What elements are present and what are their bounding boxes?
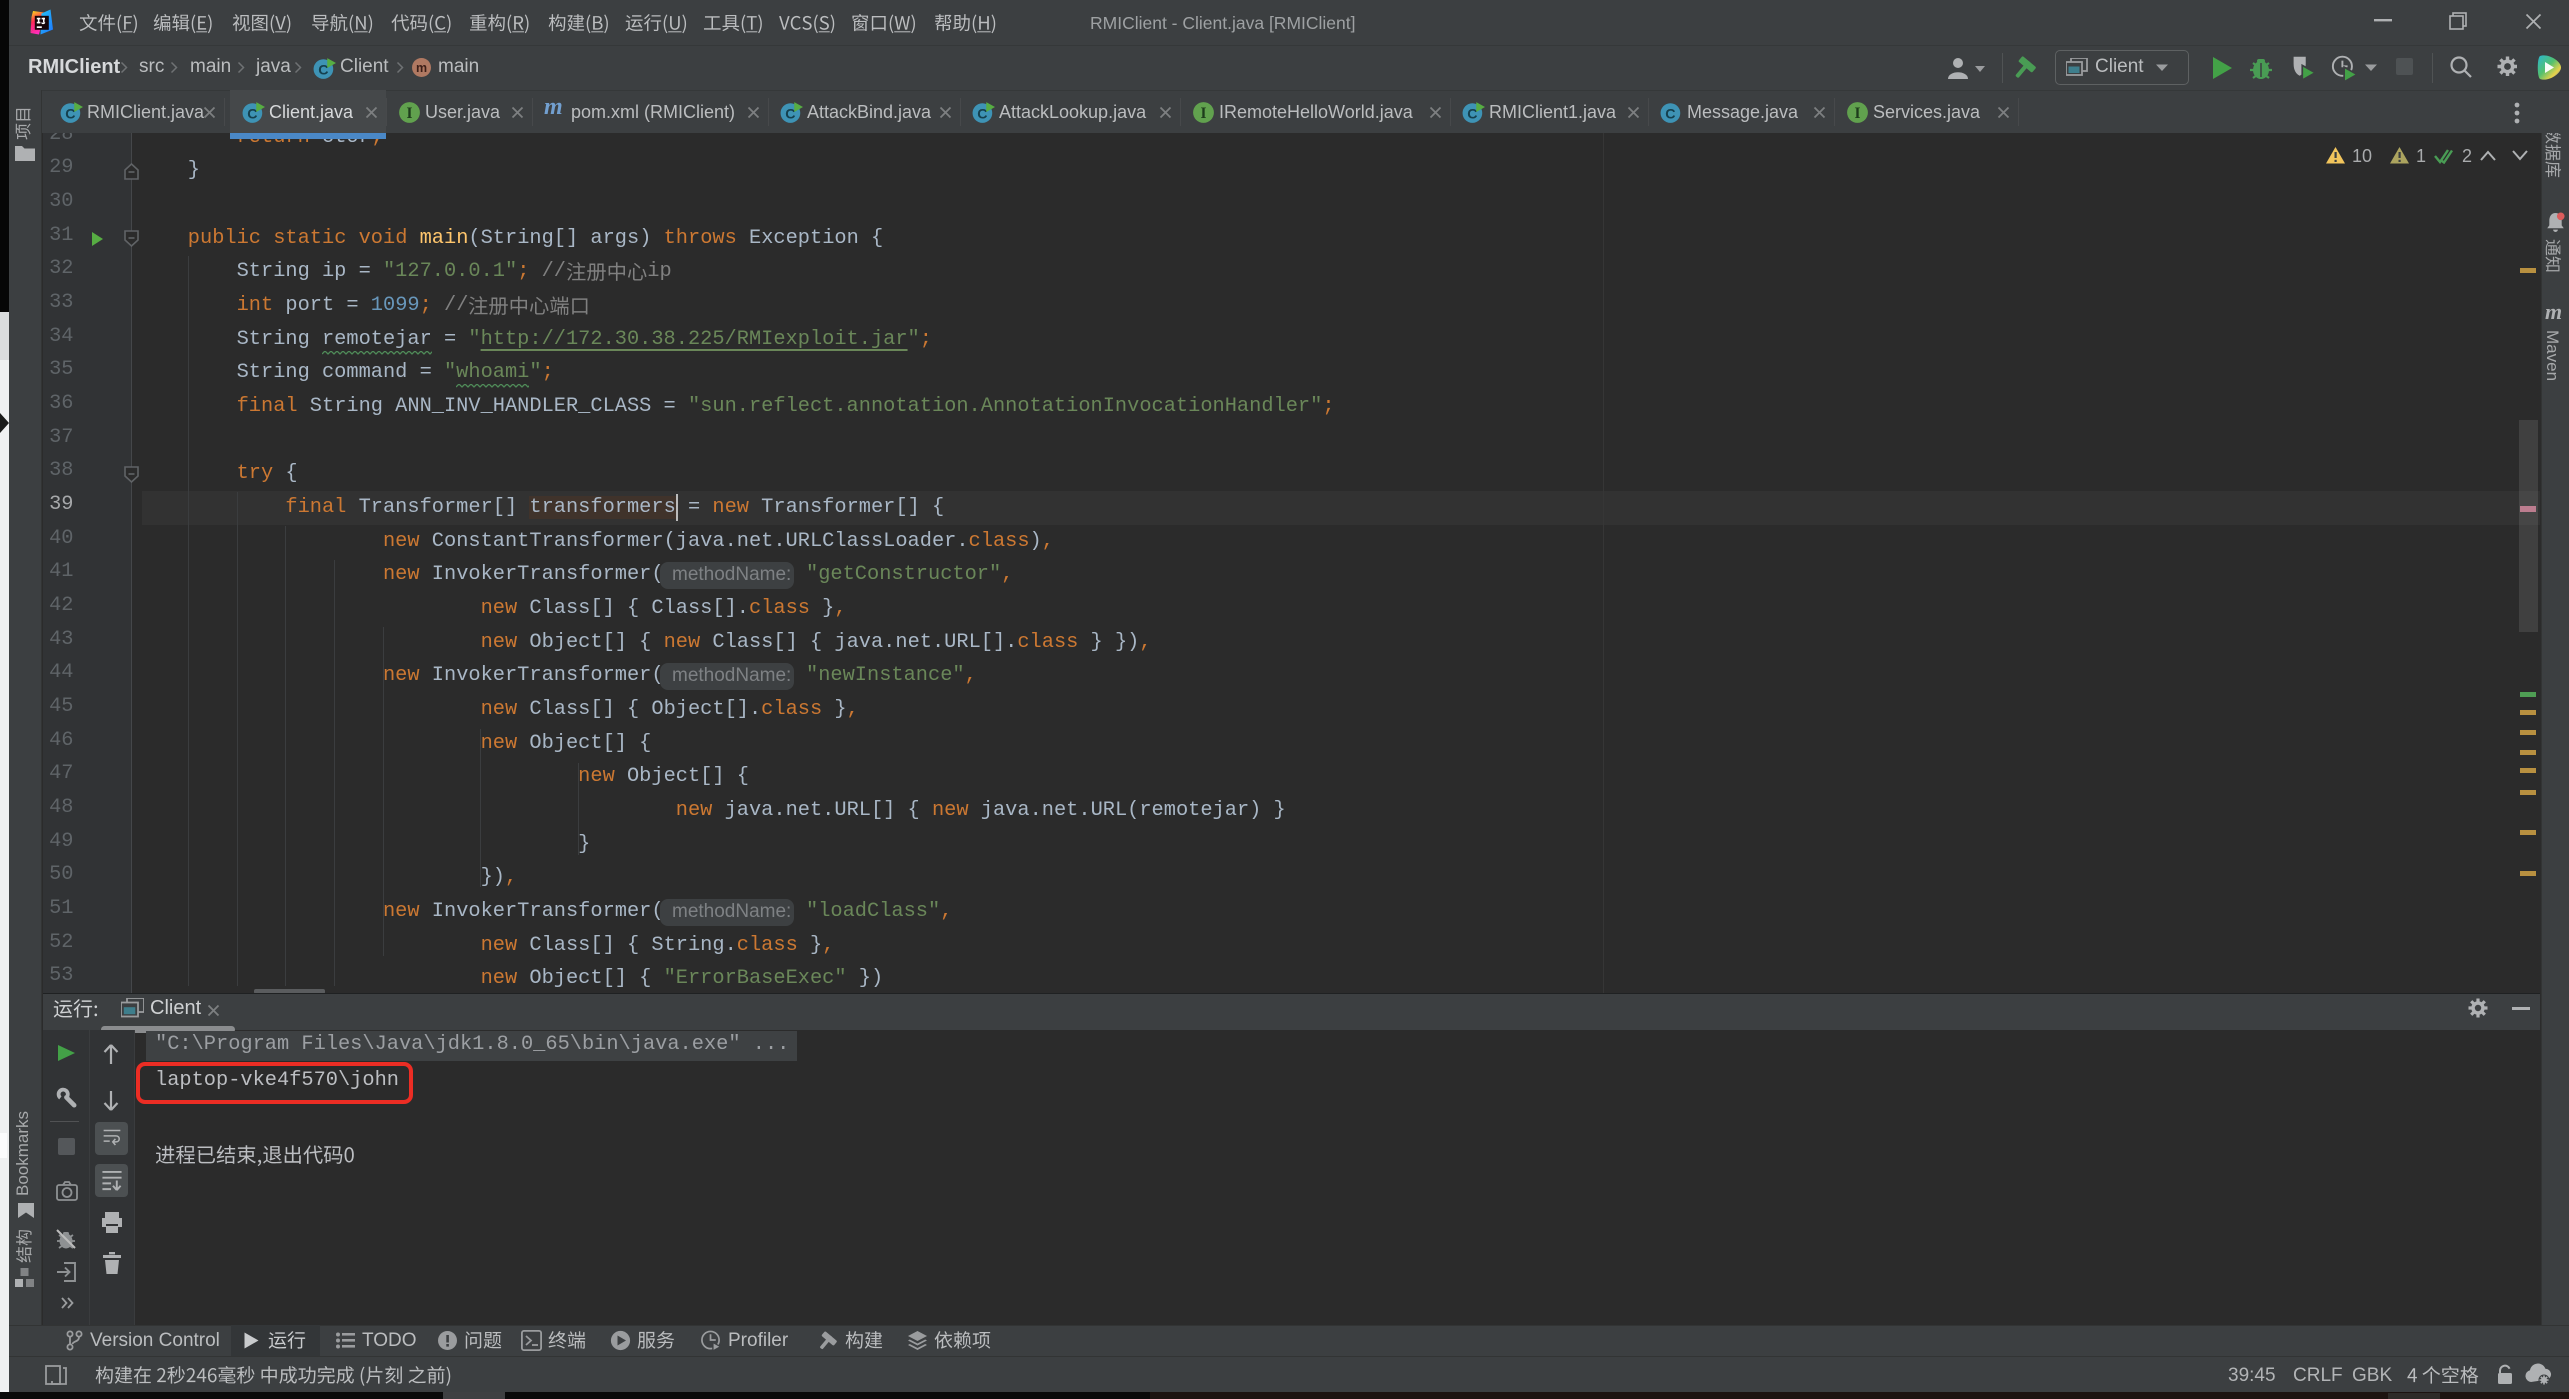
- svg-text:C: C: [1467, 106, 1477, 122]
- svg-text:m: m: [416, 61, 427, 75]
- svg-text:C: C: [1665, 106, 1675, 122]
- svg-text:C: C: [785, 106, 795, 122]
- svg-text:C: C: [65, 106, 75, 122]
- svg-text:I: I: [407, 105, 413, 122]
- svg-text:C: C: [977, 106, 987, 122]
- svg-text:I: I: [1855, 105, 1861, 122]
- svg-text:C: C: [247, 106, 257, 122]
- svg-text:C: C: [318, 62, 328, 78]
- svg-text:I: I: [1201, 105, 1207, 122]
